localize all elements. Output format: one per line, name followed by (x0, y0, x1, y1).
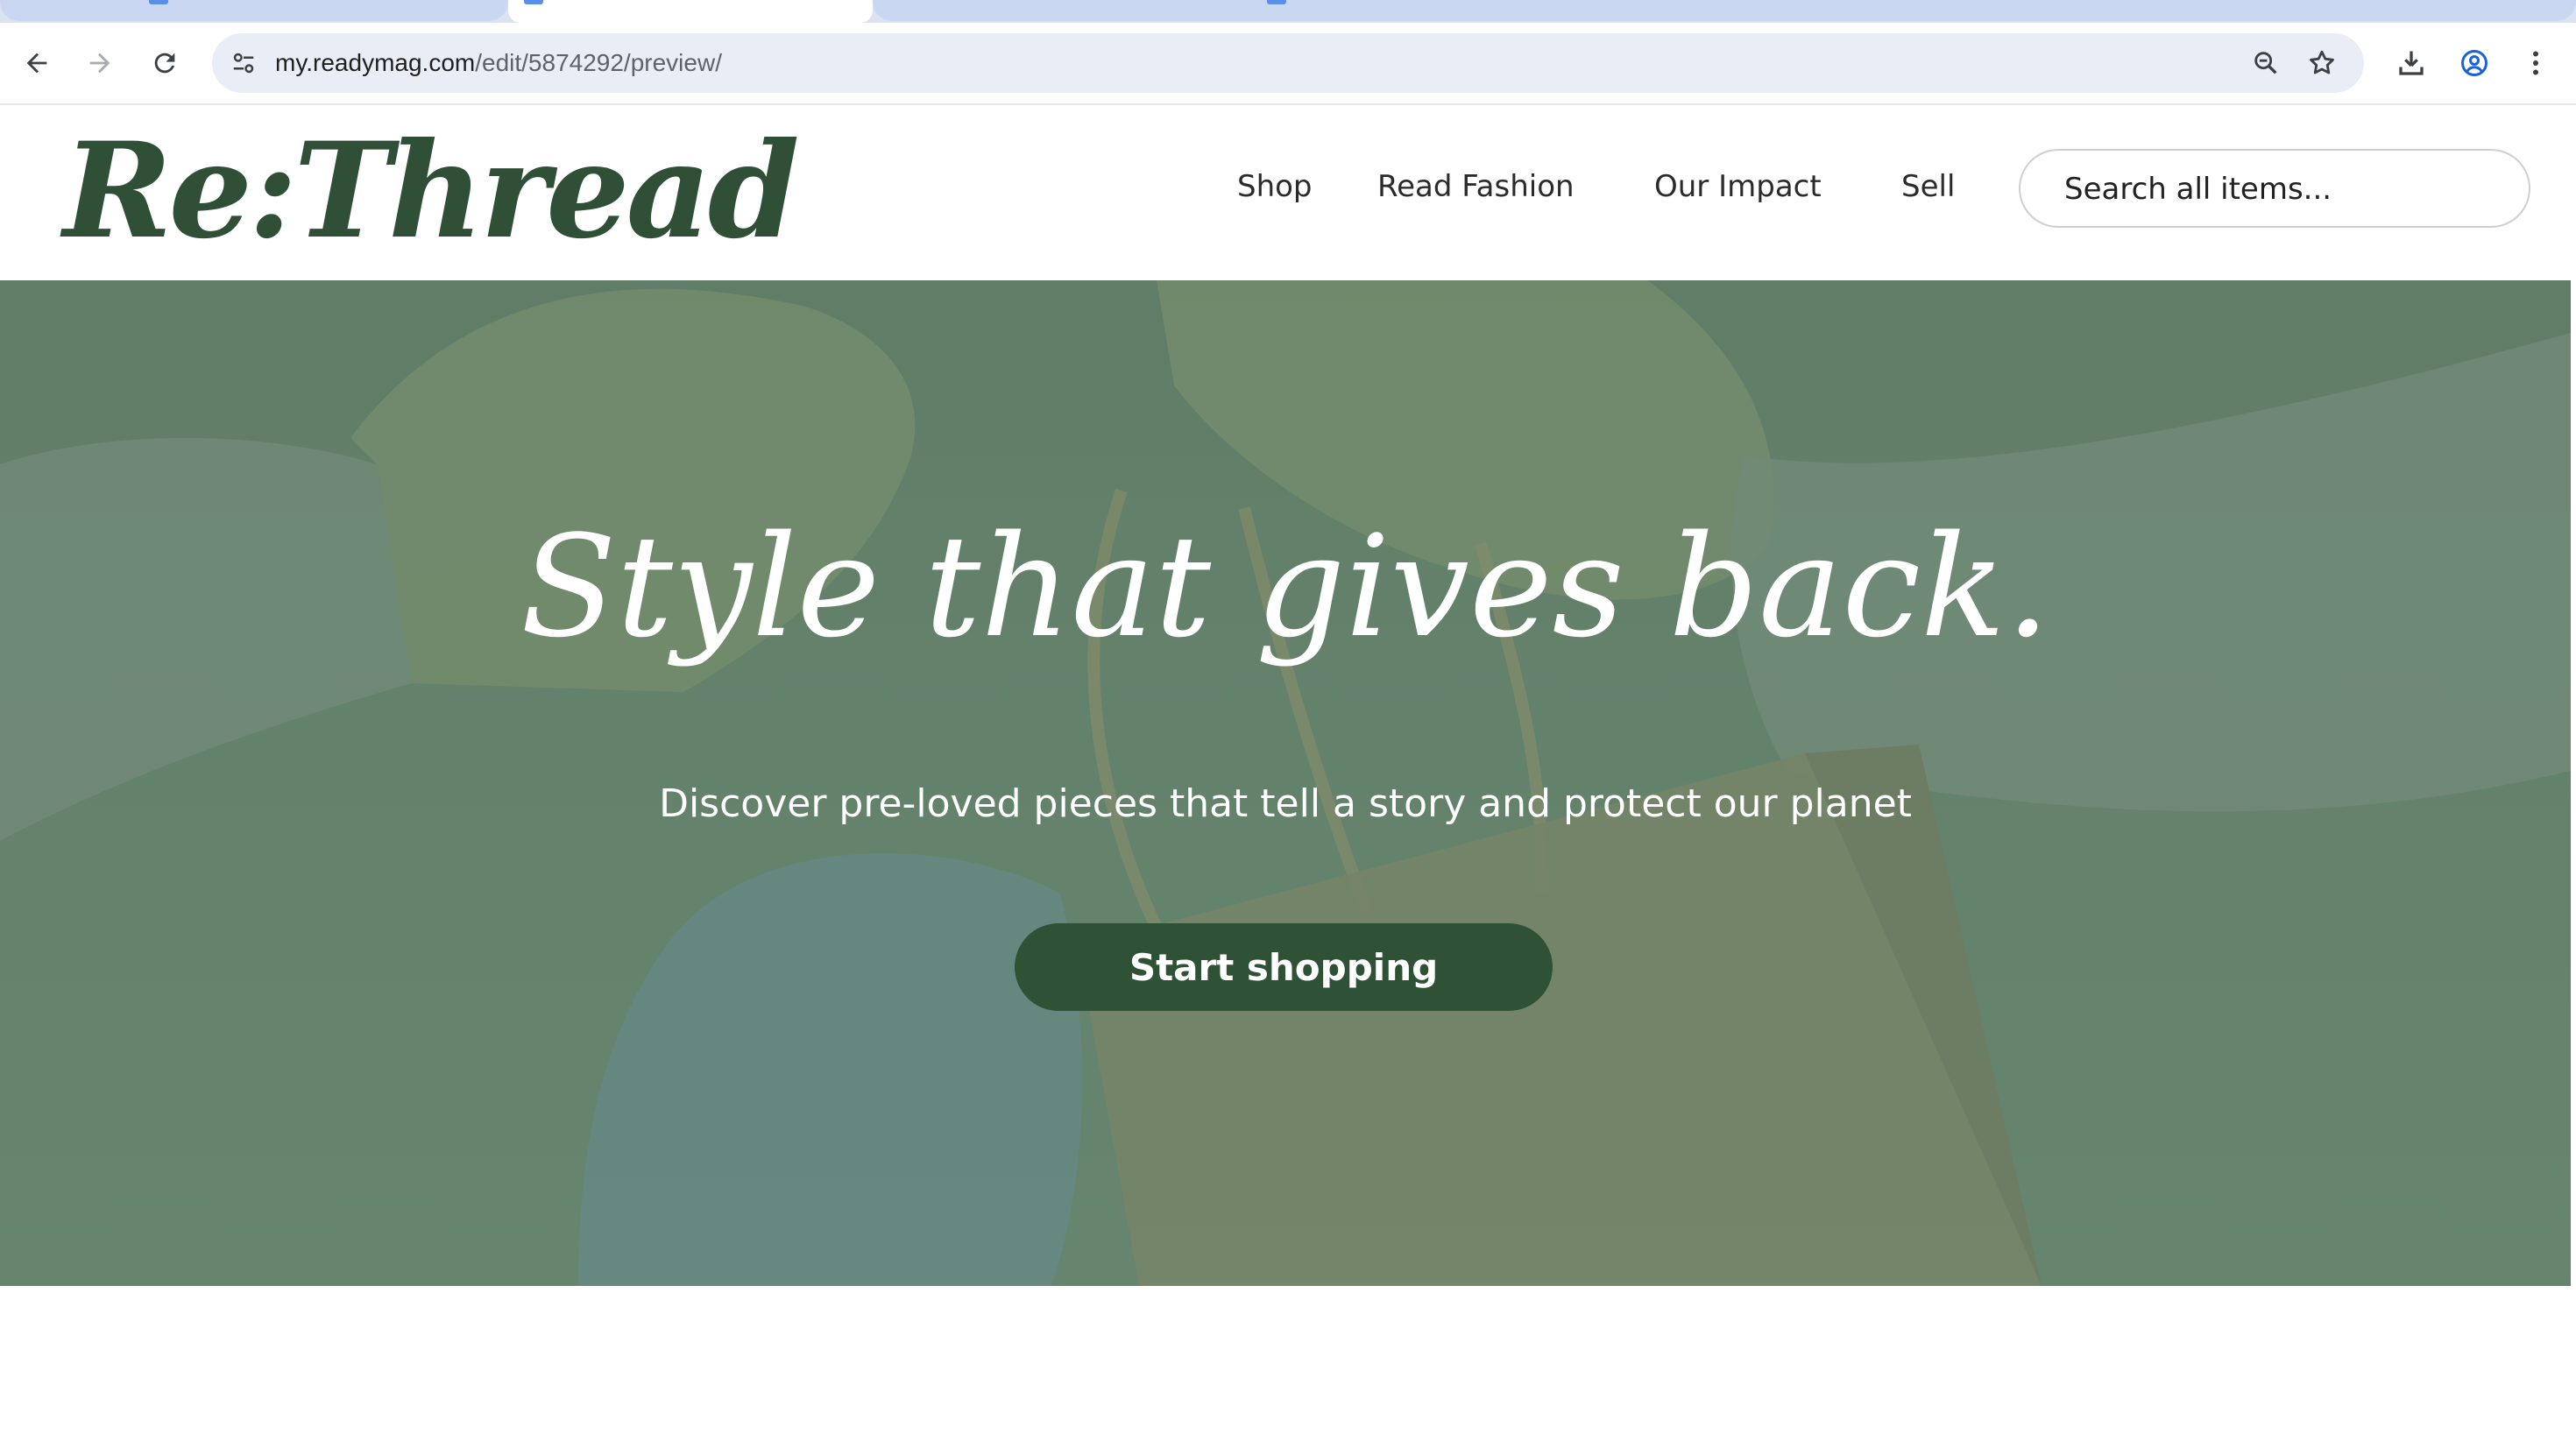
url-path: /edit/5874292/preview/ (475, 49, 722, 76)
tune-icon (233, 53, 254, 74)
tab-inactive-1[interactable] (0, 0, 508, 21)
forward-button[interactable] (81, 44, 119, 82)
nav-read-fashion[interactable]: Read Fashion (1377, 166, 1575, 207)
url-text[interactable]: my.readymag.com/edit/5874292/preview/ (275, 33, 722, 93)
downloads-button[interactable] (2392, 44, 2431, 82)
back-button[interactable] (18, 44, 56, 82)
reload-button[interactable] (145, 44, 184, 82)
tab-favicon-icon (149, 0, 168, 4)
browser-toolbar: my.readymag.com/edit/5874292/preview/ (0, 23, 2576, 105)
download-icon (2399, 51, 2424, 75)
site-header: Re:Thread Shop Read Fashion Our Impact S… (0, 105, 2576, 280)
hero-subline: Discover pre-loved pieces that tell a st… (659, 781, 1912, 826)
hero-banner: Style that gives back. Discover pre-love… (0, 280, 2571, 1286)
account-circle-icon (2461, 50, 2488, 76)
search-input[interactable] (2063, 151, 2504, 228)
site-logo[interactable]: Re:Thread (63, 112, 800, 270)
nav-our-impact[interactable]: Our Impact (1654, 166, 1822, 207)
site-info-button[interactable] (224, 44, 263, 82)
tab-strip (0, 0, 2576, 23)
profile-button[interactable] (2455, 44, 2494, 82)
start-shopping-button[interactable]: Start shopping (1015, 923, 1553, 1011)
arrow-right-icon (89, 53, 110, 74)
nav-shop[interactable]: Shop (1237, 166, 1313, 207)
tab-favicon-icon (1267, 0, 1286, 4)
nav-sell[interactable]: Sell (1901, 166, 1955, 207)
bookmark-button[interactable] (2303, 44, 2341, 82)
zoom-button[interactable] (2247, 44, 2285, 82)
url-host: my.readymag.com (275, 49, 476, 76)
tab-inactive-group[interactable] (873, 0, 2576, 21)
address-bar[interactable]: my.readymag.com/edit/5874292/preview/ (212, 33, 2364, 93)
star-icon (2310, 50, 2334, 74)
zoom-out-icon (2254, 52, 2277, 74)
tab-active[interactable] (508, 0, 873, 23)
arrow-left-icon (26, 53, 47, 74)
kebab-menu-icon (2533, 51, 2538, 75)
page-edge (2571, 280, 2576, 1286)
hero-headline: Style that gives back. (520, 505, 2050, 668)
browser-menu-button[interactable] (2516, 44, 2555, 82)
tab-favicon-icon (524, 0, 543, 4)
reload-icon (154, 53, 175, 74)
search-box[interactable] (2019, 149, 2530, 228)
